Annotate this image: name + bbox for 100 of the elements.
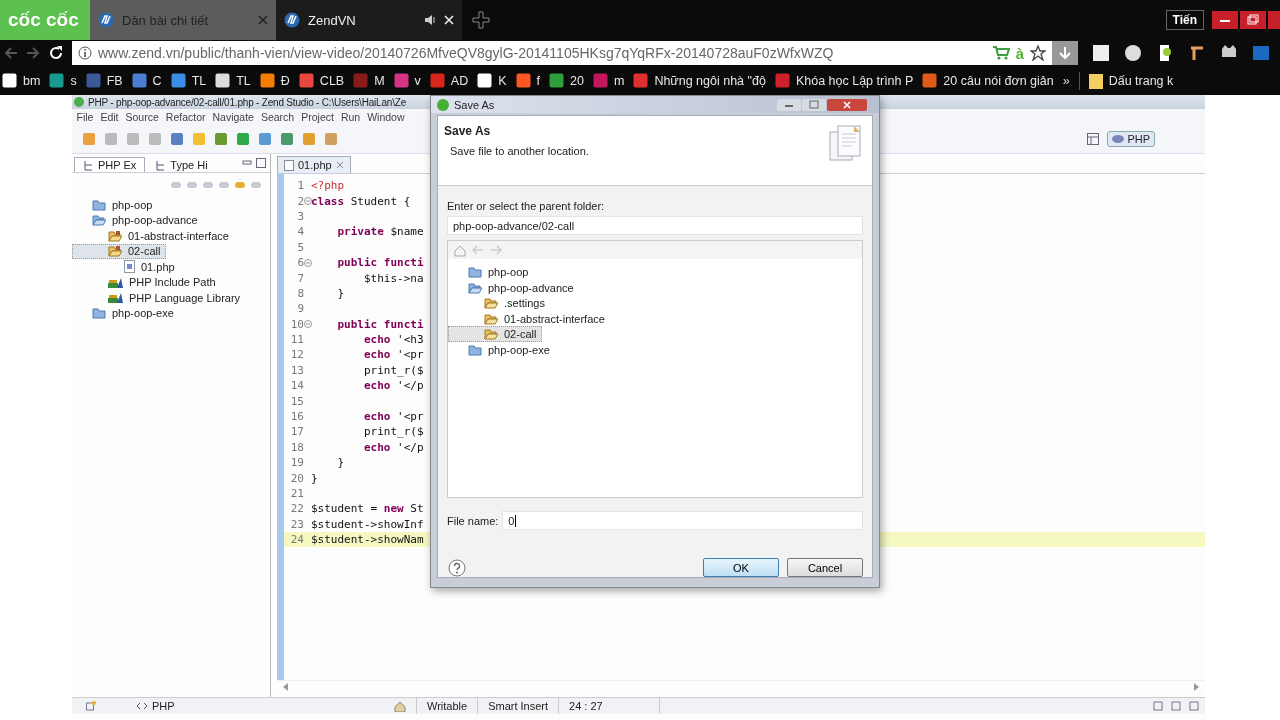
folder-icon bbox=[468, 266, 482, 279]
bookmark[interactable]: f bbox=[515, 73, 541, 88]
menu-item[interactable]: Edit bbox=[96, 111, 122, 123]
menu-item[interactable]: Refactor bbox=[162, 111, 209, 123]
menu-item[interactable]: Project bbox=[297, 111, 338, 123]
tree-item[interactable]: php-oop-exe bbox=[448, 341, 556, 358]
menu-item[interactable]: File bbox=[73, 111, 97, 123]
bookmark-folder[interactable]: Dấu trang k bbox=[1088, 72, 1174, 89]
house-icon bbox=[394, 700, 406, 712]
bookmark[interactable]: s bbox=[49, 73, 77, 88]
hammer-icon[interactable] bbox=[1188, 44, 1206, 62]
line-number: 21 bbox=[289, 487, 304, 500]
bookmark[interactable]: Đ bbox=[259, 73, 290, 88]
fold-icon[interactable] bbox=[304, 258, 312, 267]
tree-item[interactable]: 01.php bbox=[72, 259, 181, 275]
bookmark[interactable]: AD bbox=[429, 73, 469, 88]
help-icon[interactable] bbox=[448, 558, 466, 577]
menu-item[interactable]: Search bbox=[257, 111, 298, 123]
tree-item[interactable]: php-oop bbox=[72, 197, 159, 213]
bookmark[interactable]: K bbox=[477, 73, 507, 88]
browser-tab[interactable]: ZendVN bbox=[276, 0, 462, 40]
folder-icon bbox=[92, 198, 106, 211]
tree-item[interactable]: PHP Language Library bbox=[72, 290, 247, 306]
minimize-icon[interactable] bbox=[1212, 11, 1238, 29]
overflow-button[interactable]: » bbox=[1062, 73, 1070, 88]
address-bar[interactable]: www.zend.vn/public/thanh-vien/view-video/20140726MfveQV8gylG-20141105HKsg7qYqRFx-20140728auF0zWfxWZQ à bbox=[72, 41, 1078, 65]
tree-item[interactable]: php-oop-advance bbox=[448, 279, 580, 296]
bookmark[interactable]: Khóa học Lập trình P bbox=[774, 73, 914, 88]
bookmark[interactable]: v bbox=[393, 73, 421, 88]
fold-icon[interactable] bbox=[304, 320, 312, 329]
info-icon bbox=[78, 46, 92, 60]
tree-item[interactable]: 02-call bbox=[448, 326, 543, 342]
cart-icon[interactable] bbox=[991, 45, 1010, 61]
ok-button[interactable]: OK bbox=[703, 558, 779, 577]
home-icon[interactable] bbox=[454, 245, 466, 258]
site-icon bbox=[98, 12, 114, 28]
bookmark[interactable]: TL bbox=[215, 73, 251, 88]
menu-item[interactable]: Navigate bbox=[209, 111, 258, 123]
bookmark[interactable]: M bbox=[353, 73, 385, 88]
panel-tab[interactable]: Type Hi bbox=[147, 158, 216, 172]
editor-tab[interactable]: 01.php bbox=[277, 156, 351, 173]
maximize-icon[interactable] bbox=[256, 158, 266, 168]
minimize-icon[interactable] bbox=[777, 98, 801, 111]
bookmark[interactable]: FB bbox=[85, 73, 123, 88]
tree-item[interactable]: php-oop-exe bbox=[72, 305, 180, 321]
fold-icon[interactable] bbox=[304, 197, 312, 206]
menu-item[interactable]: Run bbox=[337, 111, 364, 123]
tree-item[interactable]: php-oop bbox=[448, 264, 535, 280]
download-icon[interactable] bbox=[1058, 46, 1072, 60]
bookmark[interactable]: m bbox=[592, 73, 625, 88]
user-button[interactable]: Tiến bbox=[1165, 10, 1204, 30]
site-icon bbox=[284, 12, 300, 28]
tree-item[interactable]: PHP Include Path bbox=[72, 274, 222, 290]
tree-icon bbox=[83, 159, 94, 171]
fast-view-icon[interactable] bbox=[86, 701, 96, 711]
line-number: 23 bbox=[289, 517, 304, 531]
bookmark[interactable]: C bbox=[131, 73, 162, 88]
tree-item[interactable]: .settings bbox=[448, 295, 551, 311]
scroll-left-icon[interactable] bbox=[283, 683, 289, 691]
line-number: 3 bbox=[296, 209, 304, 223]
tree-item[interactable]: 01-abstract-interface bbox=[448, 310, 611, 327]
bookmark[interactable]: CLB bbox=[298, 73, 345, 88]
line-number: 18 bbox=[289, 440, 304, 454]
line-number: 9 bbox=[296, 302, 304, 316]
line-number: 4 bbox=[296, 225, 304, 239]
circle-extension-icon[interactable] bbox=[1124, 44, 1142, 62]
perspective-button[interactable]: PHP bbox=[1107, 131, 1155, 147]
menu-item[interactable]: Window bbox=[363, 111, 409, 123]
line-number: 7 bbox=[296, 271, 304, 285]
tree-item[interactable]: php-oop-advance bbox=[72, 212, 204, 228]
code-line: <?php bbox=[311, 179, 345, 193]
layout-icon[interactable] bbox=[1087, 133, 1100, 145]
speaker-icon bbox=[424, 14, 436, 26]
code-line: } bbox=[336, 456, 345, 470]
folder-field[interactable]: php-oop-advance/02-call bbox=[447, 216, 863, 236]
scroll-right-icon[interactable] bbox=[1193, 683, 1199, 691]
code-line: echo '</p bbox=[363, 440, 424, 454]
menu-item[interactable]: Source bbox=[122, 111, 163, 123]
star-icon[interactable] bbox=[1030, 45, 1046, 61]
file-name-field[interactable]: 0 bbox=[502, 511, 863, 530]
bookmark[interactable]: bm bbox=[2, 73, 41, 88]
line-number: 10 bbox=[289, 317, 304, 331]
bookmark[interactable]: 20 bbox=[549, 73, 584, 88]
code-line: print_r($ bbox=[362, 363, 424, 377]
panel-tab[interactable]: PHP Ex bbox=[74, 157, 146, 172]
code-line: echo '</p bbox=[363, 379, 424, 393]
line-number: 16 bbox=[289, 410, 304, 424]
code-line: echo '<h3 bbox=[363, 333, 424, 347]
bookmark[interactable]: 20 câu nói đơn giản bbox=[922, 73, 1054, 88]
cancel-button[interactable]: Cancel bbox=[787, 558, 863, 577]
tree-item[interactable]: 02-call bbox=[72, 243, 167, 259]
minimize-icon[interactable] bbox=[242, 158, 252, 168]
bookmark[interactable]: TL bbox=[170, 73, 207, 88]
tree-item[interactable]: 01-abstract-interface bbox=[72, 228, 235, 244]
new-tab-icon[interactable] bbox=[472, 11, 490, 29]
code-line: public functi bbox=[336, 317, 424, 331]
line-number: 1 bbox=[296, 179, 304, 193]
reload-icon[interactable] bbox=[48, 45, 64, 61]
line-number: 22 bbox=[289, 502, 304, 516]
bookmark[interactable]: Những ngôi nhà "độ bbox=[633, 73, 766, 88]
